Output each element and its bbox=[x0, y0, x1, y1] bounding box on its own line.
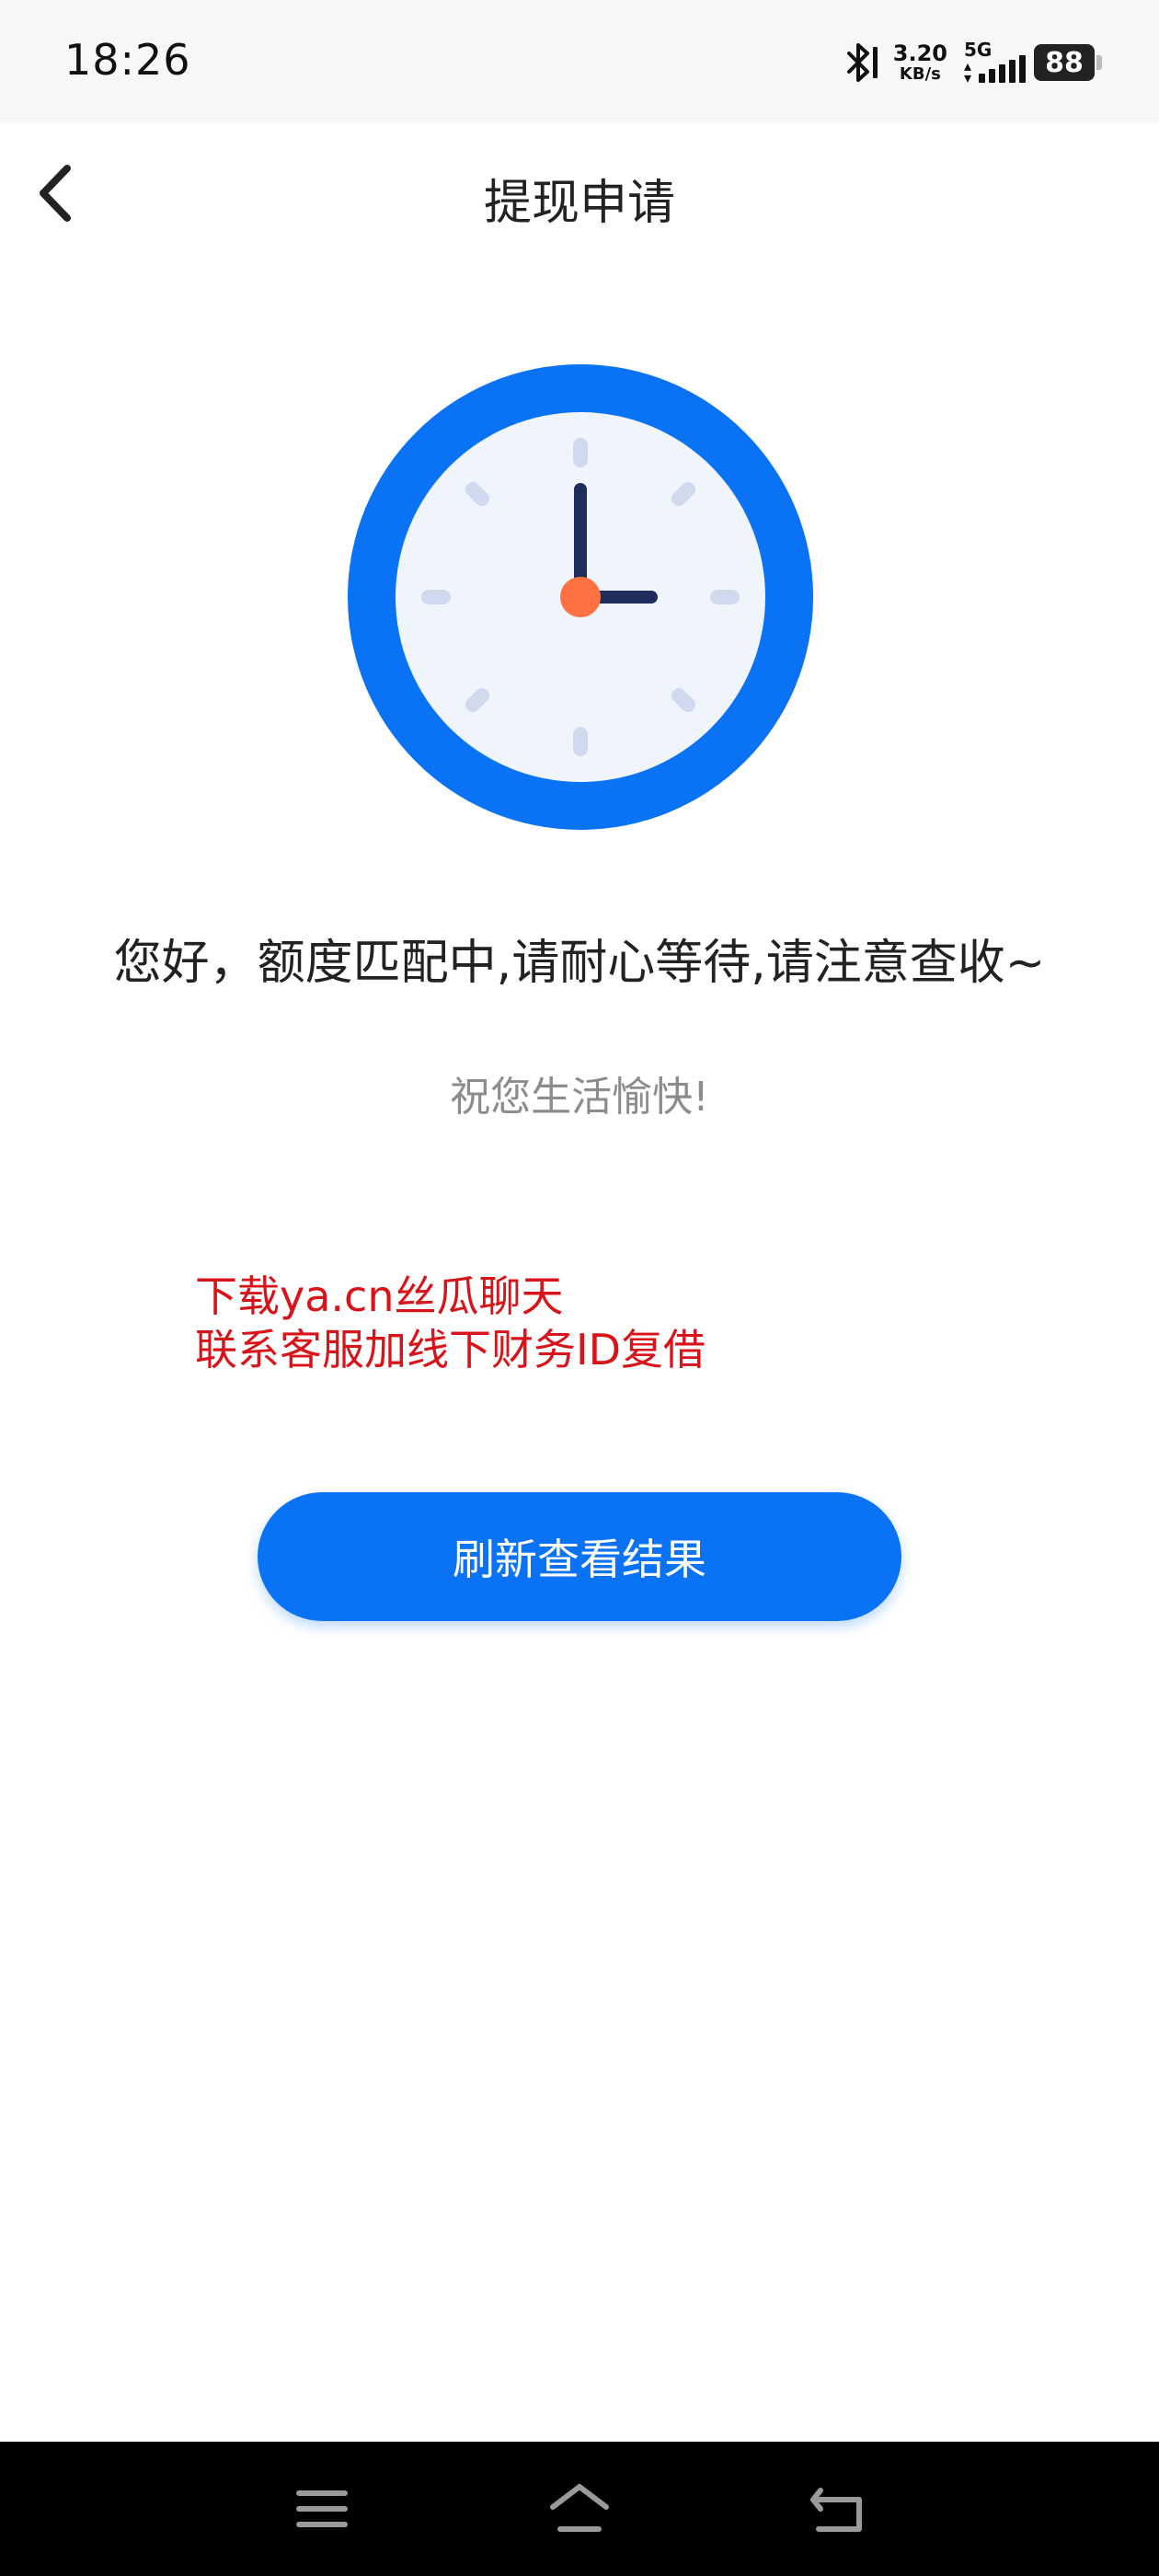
status-message: 您好，额度匹配中,请耐心等待,请注意查收~ bbox=[113, 936, 1046, 991]
home-button[interactable] bbox=[543, 2475, 616, 2543]
greeting-message: 祝您生活愉快! bbox=[450, 1074, 709, 1121]
home-icon bbox=[550, 2484, 609, 2532]
notice-line-2: 联系客服加线下财务ID复借 bbox=[195, 1325, 706, 1374]
menu-icon bbox=[296, 2490, 348, 2527]
system-nav-bar bbox=[0, 2442, 1159, 2576]
status-time: 18:26 bbox=[64, 35, 191, 85]
status-bar: 18:26 3.20 KB/s 5G ▴ ▾ 88 bbox=[0, 0, 1159, 123]
refresh-button[interactable]: 刷新查看结果 bbox=[258, 1492, 901, 1621]
page-title: 提现申请 bbox=[483, 176, 675, 231]
signal-bars bbox=[979, 55, 1026, 83]
notice-line-1: 下载ya.cn丝瓜聊天 bbox=[195, 1271, 564, 1321]
menu-button[interactable] bbox=[285, 2475, 359, 2543]
signal-icon: 5G ▴ ▾ bbox=[960, 37, 1026, 88]
header: 提现申请 bbox=[0, 123, 1159, 270]
bluetooth-icon bbox=[843, 41, 880, 84]
data-arrows-icon: ▴ ▾ bbox=[964, 57, 972, 86]
battery-level: 88 bbox=[1045, 46, 1084, 79]
network-speed-unit: KB/s bbox=[899, 64, 941, 84]
battery-icon: 88 bbox=[1034, 44, 1102, 81]
back-icon bbox=[810, 2488, 862, 2532]
network-speed-value: 3.20 bbox=[892, 40, 947, 66]
back-nav-button[interactable] bbox=[800, 2475, 874, 2543]
clock-icon bbox=[348, 364, 813, 830]
status-icons: 3.20 KB/s 5G ▴ ▾ 88 bbox=[843, 37, 1102, 88]
notice-text: 下载ya.cn丝瓜聊天 联系客服加线下财务ID复借 bbox=[195, 1270, 706, 1376]
network-speed: 3.20 KB/s bbox=[893, 42, 947, 83]
